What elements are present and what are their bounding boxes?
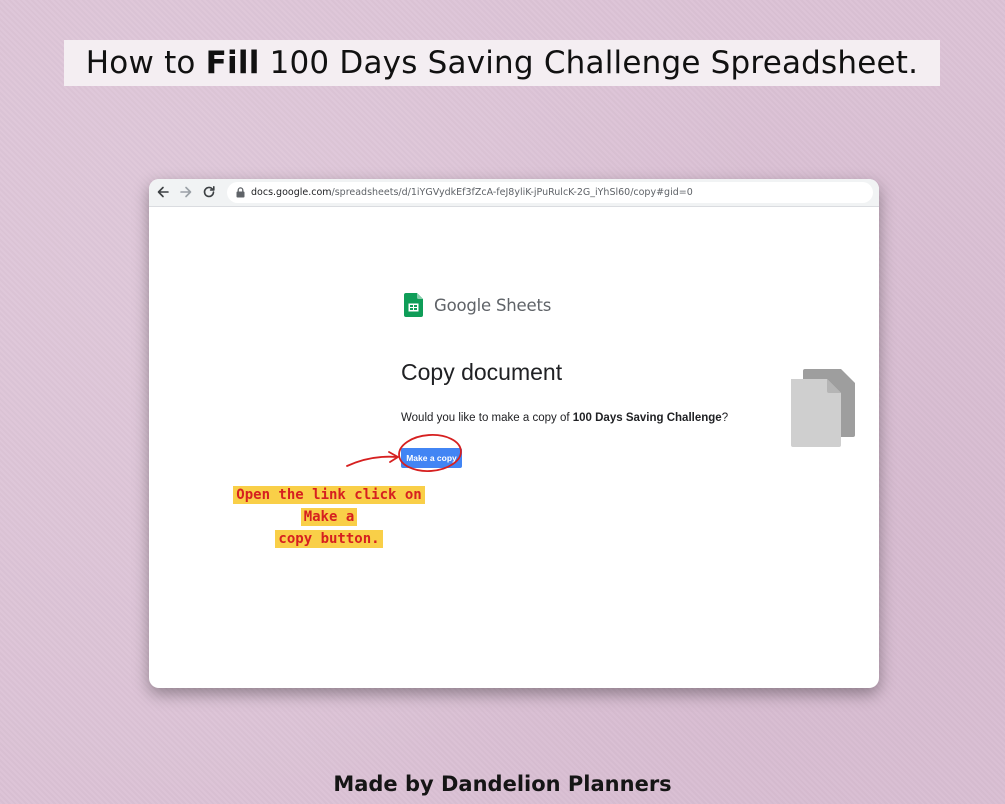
url-text: docs.google.com/spreadsheets/d/1iYGVydkE… [251,187,693,198]
lock-icon [235,187,245,199]
page-title: Copy document [401,359,563,385]
headline-suffix: 100 Days Saving Challenge Spreadsheet. [259,45,919,81]
question-prefix: Would you like to make a copy of [401,412,573,424]
google-sheets-logo: Google Sheets [404,293,551,317]
sheets-icon [404,293,423,317]
headline: How to Fill 100 Days Saving Challenge Sp… [64,40,940,86]
headline-bold-word: Fill [205,45,260,81]
url-host: docs.google.com [251,187,332,198]
callout-line-1: Open the link click on Make a [233,486,425,526]
annotation-arrow-icon [346,451,399,467]
question-suffix: ? [721,412,729,424]
brand-name: Google Sheets [434,295,552,315]
url-path: /spreadsheets/d/1iYGVydkEf3fZcA-feJ8yliK… [331,187,693,198]
forward-arrow-icon[interactable] [177,183,195,201]
headline-prefix: How to [85,45,206,81]
document-name: 100 Days Saving Challenge [572,412,722,424]
reload-icon[interactable] [200,183,218,201]
document-copy-icon [791,369,855,447]
browser-toolbar: docs.google.com/spreadsheets/d/1iYGVydkE… [149,179,879,207]
instruction-callout: Open the link click on Make a copy butto… [216,484,442,550]
callout-line-2: copy button. [275,530,383,548]
make-a-copy-button[interactable]: Make a copy [401,448,462,468]
address-bar[interactable]: docs.google.com/spreadsheets/d/1iYGVydkE… [227,182,873,203]
copy-question: Would you like to make a copy of 100 Day… [401,412,728,424]
back-arrow-icon[interactable] [154,183,172,201]
browser-window: docs.google.com/spreadsheets/d/1iYGVydkE… [149,179,879,688]
footer-credit: Made by Dandelion Planners [333,772,672,796]
